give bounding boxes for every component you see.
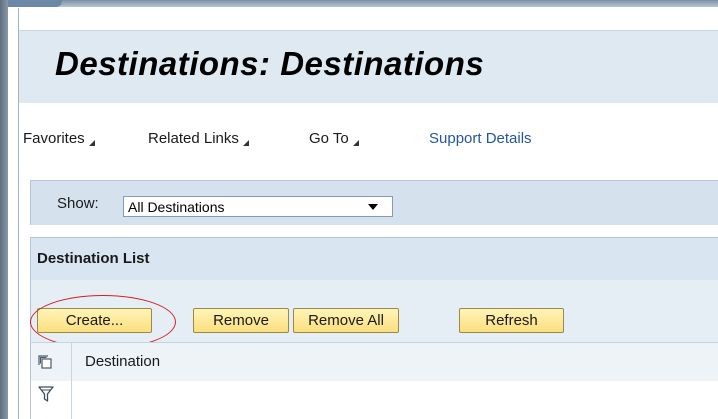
sap-destinations-screen: Destinations: Destinations Favorites Rel… (0, 0, 718, 419)
list-button-row: Create... Remove Remove All Refresh (30, 280, 718, 342)
menu-favorites[interactable]: Favorites (23, 130, 95, 147)
destination-list-header: Destination List (30, 237, 718, 281)
refresh-button[interactable]: Refresh (459, 308, 564, 333)
menu-triangle-icon (88, 140, 95, 146)
page-title: Destinations: Destinations (55, 45, 485, 82)
menu-favorites-label: Favorites (23, 130, 85, 147)
show-filter-bar: Show: All Destinations (30, 180, 718, 225)
window-corner (0, 0, 62, 7)
create-button[interactable]: Create... (37, 308, 152, 333)
menu-go-to-label: Go To (309, 130, 349, 147)
table-header-row: Destination (30, 342, 718, 382)
remove-button[interactable]: Remove (193, 308, 289, 333)
menu-go-to[interactable]: Go To (309, 130, 359, 147)
show-dropdown-value: All Destinations (128, 199, 225, 215)
menu-toolbar: Favorites Related Links Go To Support De… (19, 103, 718, 171)
menu-related-links-label: Related Links (148, 130, 239, 147)
column-header-destination[interactable]: Destination (85, 353, 160, 370)
filter-icon[interactable] (38, 386, 54, 404)
chevron-down-icon[interactable] (368, 204, 378, 210)
remove-all-button[interactable]: Remove All (293, 308, 399, 333)
support-details-link[interactable]: Support Details (429, 130, 532, 147)
column-divider (71, 343, 72, 381)
show-dropdown[interactable]: All Destinations (123, 196, 393, 217)
window-left-edge (0, 0, 8, 419)
destination-list-title: Destination List (37, 250, 150, 267)
table-filter-row (30, 381, 718, 419)
show-label: Show: (57, 195, 99, 212)
window-top-edge (0, 0, 718, 7)
title-band: Destinations: Destinations (19, 30, 718, 104)
column-select-icon[interactable] (38, 355, 52, 369)
menu-triangle-icon (242, 140, 249, 146)
column-divider (71, 381, 72, 419)
menu-triangle-icon (352, 140, 359, 146)
menu-related-links[interactable]: Related Links (148, 130, 249, 147)
